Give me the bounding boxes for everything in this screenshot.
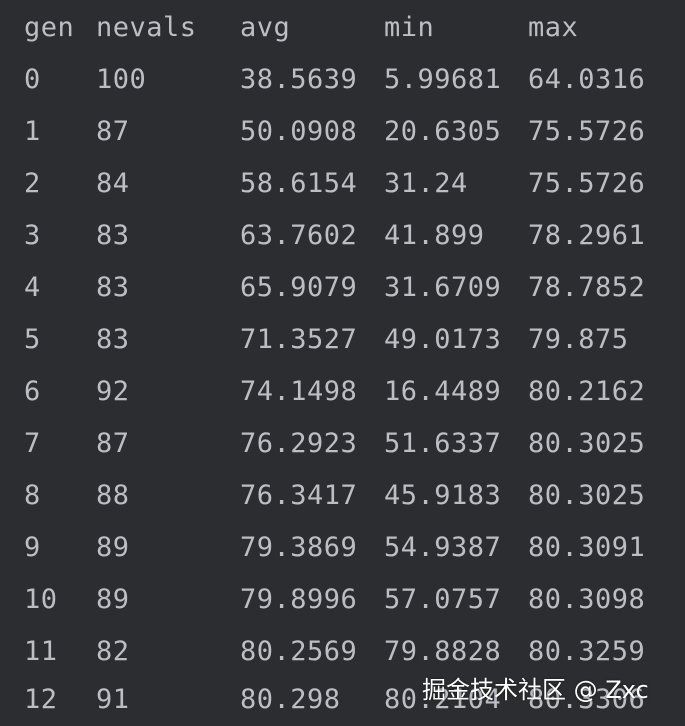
cell-avg: 76.3417 bbox=[240, 480, 358, 511]
cell-min: 41.899 bbox=[384, 220, 485, 251]
cell-nevals: 83 bbox=[96, 220, 130, 251]
table-row: 2 84 58.6154 31.24 75.5726 bbox=[0, 158, 685, 210]
cell-max: 75.5726 bbox=[528, 168, 646, 199]
cell-gen: 4 bbox=[24, 272, 41, 303]
cell-min: 54.9387 bbox=[384, 532, 502, 563]
cell-min: 51.6337 bbox=[384, 428, 502, 459]
table-row: 8 88 76.3417 45.9183 80.3025 bbox=[0, 470, 685, 522]
cell-avg: 80.2569 bbox=[240, 636, 358, 667]
console-output: gen nevals avg min max 0 100 38.5639 5.9… bbox=[0, 0, 685, 726]
cell-gen: 6 bbox=[24, 376, 41, 407]
header-min: min bbox=[384, 12, 435, 43]
cell-nevals: 83 bbox=[96, 272, 130, 303]
cell-max: 80.3091 bbox=[528, 532, 646, 563]
cell-max: 78.7852 bbox=[528, 272, 646, 303]
table-row: 4 83 65.9079 31.6709 78.7852 bbox=[0, 262, 685, 314]
cell-min: 31.6709 bbox=[384, 272, 502, 303]
table-row: 7 87 76.2923 51.6337 80.3025 bbox=[0, 418, 685, 470]
cell-gen: 3 bbox=[24, 220, 41, 251]
table-row: 1 87 50.0908 20.6305 75.5726 bbox=[0, 106, 685, 158]
cell-gen: 7 bbox=[24, 428, 41, 459]
cell-nevals: 83 bbox=[96, 324, 130, 355]
cell-nevals: 89 bbox=[96, 532, 130, 563]
cell-gen: 12 bbox=[24, 684, 58, 715]
cell-min: 57.0757 bbox=[384, 584, 502, 615]
cell-min: 49.0173 bbox=[384, 324, 502, 355]
cell-gen: 2 bbox=[24, 168, 41, 199]
table-row: 9 89 79.3869 54.9387 80.3091 bbox=[0, 522, 685, 574]
cell-max: 64.0316 bbox=[528, 64, 646, 95]
cell-min: 79.8828 bbox=[384, 636, 502, 667]
cell-nevals: 100 bbox=[96, 64, 147, 95]
cell-gen: 0 bbox=[24, 64, 41, 95]
header-max: max bbox=[528, 12, 579, 43]
cell-avg: 38.5639 bbox=[240, 64, 358, 95]
table-row: 3 83 63.7602 41.899 78.2961 bbox=[0, 210, 685, 262]
cell-nevals: 87 bbox=[96, 428, 130, 459]
cell-max: 75.5726 bbox=[528, 116, 646, 147]
cell-max: 79.875 bbox=[528, 324, 629, 355]
cell-nevals: 91 bbox=[96, 684, 130, 715]
cell-nevals: 87 bbox=[96, 116, 130, 147]
header-nevals: nevals bbox=[96, 12, 197, 43]
cell-max: 80.3098 bbox=[528, 584, 646, 615]
table-row: 10 89 79.8996 57.0757 80.3098 bbox=[0, 574, 685, 626]
cell-nevals: 88 bbox=[96, 480, 130, 511]
cell-avg: 58.6154 bbox=[240, 168, 358, 199]
cell-avg: 76.2923 bbox=[240, 428, 358, 459]
table-row: 6 92 74.1498 16.4489 80.2162 bbox=[0, 366, 685, 418]
cell-max: 80.3025 bbox=[528, 480, 646, 511]
cell-gen: 8 bbox=[24, 480, 41, 511]
table-row: 11 82 80.2569 79.8828 80.3259 bbox=[0, 626, 685, 678]
cell-avg: 63.7602 bbox=[240, 220, 358, 251]
cell-min: 31.24 bbox=[384, 168, 468, 199]
table-header-row: gen nevals avg min max bbox=[0, 2, 685, 54]
cell-nevals: 82 bbox=[96, 636, 130, 667]
header-avg: avg bbox=[240, 12, 291, 43]
cell-min: 5.99681 bbox=[384, 64, 502, 95]
cell-gen: 9 bbox=[24, 532, 41, 563]
cell-gen: 10 bbox=[24, 584, 58, 615]
cell-max: 78.2961 bbox=[528, 220, 646, 251]
cell-avg: 50.0908 bbox=[240, 116, 358, 147]
cell-max: 80.2162 bbox=[528, 376, 646, 407]
cell-gen: 5 bbox=[24, 324, 41, 355]
cell-min: 45.9183 bbox=[384, 480, 502, 511]
cell-min: 20.6305 bbox=[384, 116, 502, 147]
cell-avg: 71.3527 bbox=[240, 324, 358, 355]
cell-nevals: 84 bbox=[96, 168, 130, 199]
cell-nevals: 89 bbox=[96, 584, 130, 615]
cell-avg: 80.298 bbox=[240, 684, 341, 715]
cell-gen: 11 bbox=[24, 636, 58, 667]
header-gen: gen bbox=[24, 12, 75, 43]
cell-avg: 65.9079 bbox=[240, 272, 358, 303]
cell-min: 16.4489 bbox=[384, 376, 502, 407]
cell-avg: 79.8996 bbox=[240, 584, 358, 615]
table-row: 0 100 38.5639 5.99681 64.0316 bbox=[0, 54, 685, 106]
table-row: 5 83 71.3527 49.0173 79.875 bbox=[0, 314, 685, 366]
cell-max: 80.3259 bbox=[528, 636, 646, 667]
watermark: 掘金技术社区 @ Zxc bbox=[422, 676, 649, 704]
cell-max: 80.3025 bbox=[528, 428, 646, 459]
cell-avg: 74.1498 bbox=[240, 376, 358, 407]
cell-avg: 79.3869 bbox=[240, 532, 358, 563]
cell-gen: 1 bbox=[24, 116, 41, 147]
cell-nevals: 92 bbox=[96, 376, 130, 407]
